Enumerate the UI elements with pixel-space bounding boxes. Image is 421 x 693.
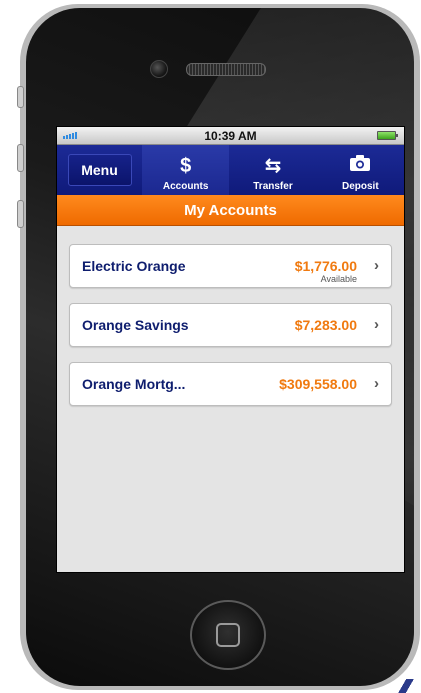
tab-deposit[interactable]: Deposit [317, 145, 404, 195]
earpiece-speaker [186, 63, 266, 76]
account-name: Orange Savings [82, 317, 189, 333]
home-button[interactable] [190, 600, 266, 670]
account-balance: $309,558.00 [279, 376, 357, 392]
account-balance: $1,776.00 [294, 258, 357, 274]
volume-down-button [17, 200, 24, 228]
account-row-orange-savings[interactable]: Orange Savings $7,283.00 › [69, 303, 392, 347]
phone-screen: 10:39 AM Menu $ Accounts ⇆ Transfer Depo… [57, 127, 404, 572]
account-row-electric-orange[interactable]: Electric Orange $1,776.00 Available › [69, 244, 392, 288]
signal-strength-icon [63, 132, 77, 139]
account-balance: $7,283.00 [294, 317, 357, 333]
tab-deposit-label: Deposit [341, 181, 379, 192]
front-camera [150, 60, 168, 78]
balance-caption: Available [320, 274, 357, 284]
page-title: My Accounts [57, 195, 404, 226]
tab-transfer[interactable]: ⇆ Transfer [229, 145, 316, 195]
home-square-icon [216, 623, 240, 647]
dollar-icon: $ [180, 155, 192, 177]
volume-up-button [17, 144, 24, 172]
corner-decoration [391, 679, 421, 693]
mute-switch [17, 86, 24, 108]
account-list: Electric Orange $1,776.00 Available › Or… [57, 226, 404, 406]
chevron-right-icon: › [374, 316, 379, 333]
status-time: 10:39 AM [204, 128, 257, 143]
status-bar: 10:39 AM [57, 127, 404, 145]
tab-accounts[interactable]: $ Accounts [142, 145, 230, 195]
nav-bar: Menu $ Accounts ⇆ Transfer Deposit [57, 145, 404, 195]
camera-icon [349, 154, 371, 177]
transfer-arrows-icon: ⇆ [264, 155, 282, 177]
account-row-orange-mortgage[interactable]: Orange Mortg... $309,558.00 › [69, 362, 392, 406]
tab-transfer-label: Transfer [253, 181, 293, 192]
chevron-right-icon: › [374, 257, 379, 274]
account-name: Electric Orange [82, 258, 186, 274]
account-name: Orange Mortg... [82, 376, 186, 392]
menu-button[interactable]: Menu [67, 154, 132, 186]
tab-accounts-label: Accounts [162, 181, 209, 192]
battery-icon [377, 131, 398, 140]
chevron-right-icon: › [374, 375, 379, 392]
